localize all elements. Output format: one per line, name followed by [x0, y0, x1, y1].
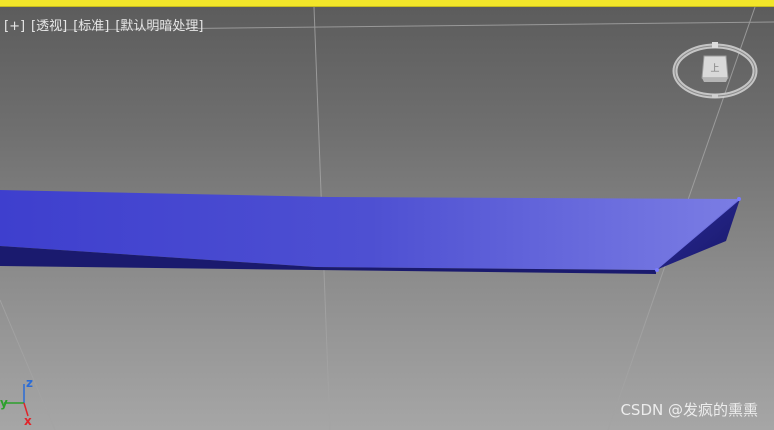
viewport-scene — [0, 6, 774, 430]
viewport-label-menu[interactable]: [+] [透视] [标准] [默认明暗处理] — [4, 15, 210, 34]
watermark: CSDN @发疯的熏熏 — [620, 401, 758, 419]
viewport-shading-menu[interactable]: [默认明暗处理] — [115, 19, 203, 34]
viewcube-south-marker — [712, 94, 718, 98]
box-object[interactable] — [0, 190, 741, 274]
axis-z-label: z — [26, 376, 33, 390]
viewport-plus-menu[interactable]: [+] — [4, 19, 25, 34]
viewcube-north-marker — [712, 42, 718, 48]
viewcube-face-label: 上 — [710, 63, 719, 74]
object-vertex — [737, 197, 741, 201]
viewcube[interactable]: 上 — [670, 38, 760, 104]
object-vertex — [655, 268, 659, 272]
viewport-view-menu[interactable]: [标准] — [73, 19, 109, 34]
perspective-viewport[interactable]: [+] [透视] [标准] [默认明暗处理] 上 z y x CSDN @发疯的熏熏 — [0, 0, 774, 430]
axis-tripod: z y x — [0, 376, 33, 428]
axis-x-label: x — [24, 414, 32, 428]
viewport-pov-menu[interactable]: [透视] — [31, 19, 67, 34]
axis-y-label: y — [0, 396, 8, 410]
